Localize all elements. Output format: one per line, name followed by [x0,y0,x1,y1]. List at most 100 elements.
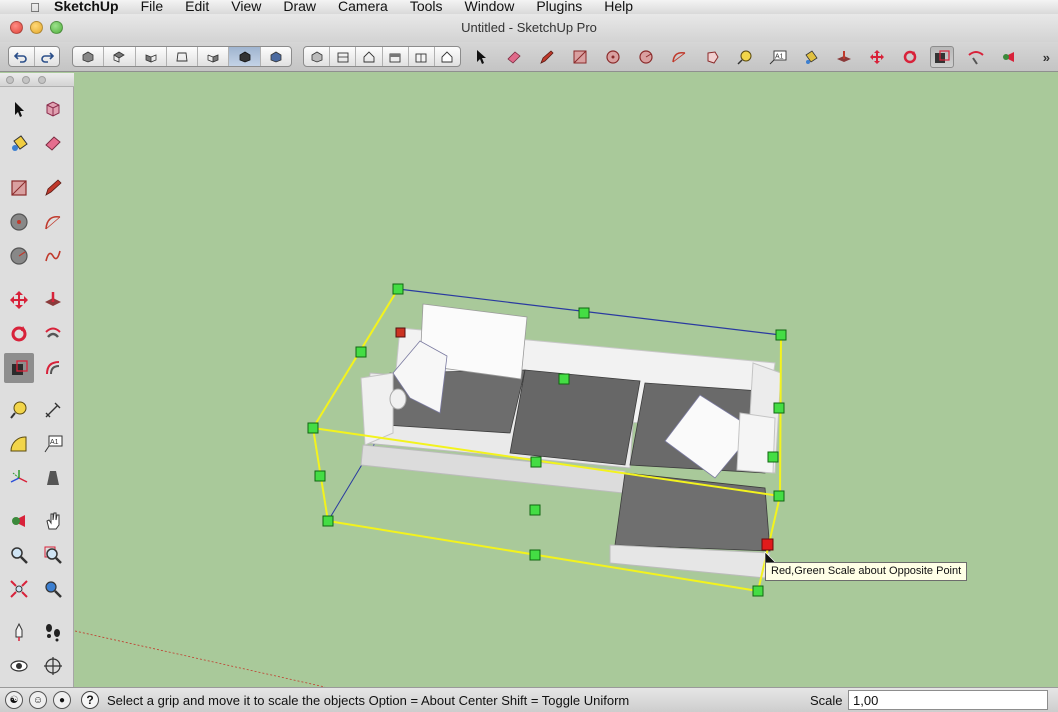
tool-paint-bucket-button[interactable] [4,128,34,158]
palette-minimize-button[interactable] [22,76,30,84]
tool-freehand-button[interactable] [38,241,68,271]
left-view-button[interactable] [229,47,261,66]
tool-position-camera-button[interactable] [4,617,34,647]
toolbar-arc-button[interactable] [667,46,691,68]
credits-icon[interactable]: ☺ [29,691,47,709]
push-pull-icon [45,292,61,306]
tool-zoom-button[interactable] [4,540,34,570]
text-icon: A1 [44,435,63,453]
toolbar-select-button[interactable] [469,46,493,68]
toolbar-freehand-button[interactable] [700,46,724,68]
tool-previous-view-button[interactable] [38,574,68,604]
tool-polygon-button[interactable] [4,241,34,271]
back-view-button[interactable] [198,47,230,66]
menu-view[interactable]: View [220,0,272,13]
tool-arc-button[interactable] [38,207,68,237]
menu-plugins[interactable]: Plugins [525,0,593,13]
tool-push-pull-button[interactable] [38,285,68,315]
tool-zoom-window-button[interactable] [38,540,68,570]
instructor-help-icon[interactable]: ? [81,691,99,709]
shaded-style-button[interactable] [383,47,409,66]
tool-tape-measure-button[interactable] [4,395,34,425]
geo-location-icon[interactable]: ☯ [5,691,23,709]
toolbar-push-pull-button[interactable] [832,46,856,68]
tool-text-button[interactable]: A1 [38,429,68,459]
tool-offset-button[interactable] [38,353,68,383]
iso-view-button[interactable] [73,47,105,66]
menu-camera[interactable]: Camera [327,0,399,13]
apple-menu-icon[interactable]:  [24,0,46,14]
user-icon[interactable]: ● [53,691,71,709]
right-view-button[interactable] [167,47,199,66]
tool-move-button[interactable] [4,285,34,315]
toolbar-orbit-button[interactable] [997,46,1021,68]
tool-axes-button[interactable] [4,463,34,493]
wireframe-style-button[interactable] [330,47,357,66]
tool-look-around-button[interactable] [4,651,34,681]
measurements-input[interactable] [848,690,1048,710]
protractor-icon [10,436,27,452]
freehand-icon [45,250,61,262]
grip-handle [767,451,779,463]
tool-zoom-extents-button[interactable] [4,574,34,604]
palette-zoom-button[interactable] [38,76,46,84]
polygon-icon [10,247,28,265]
eraser-icon [45,136,61,151]
tool-dimension-button[interactable] [38,395,68,425]
top-view-button[interactable] [104,47,136,66]
undo-button[interactable] [9,47,35,66]
toolbar-eraser-button[interactable] [502,46,526,68]
toolbar-tape-measure-button[interactable] [733,46,757,68]
monochrome-style-button[interactable] [435,47,460,66]
toolbar-polygon-button[interactable] [634,46,658,68]
bottom-view-button[interactable] [261,47,291,66]
menu-file[interactable]: File [130,0,175,13]
menu-tools[interactable]: Tools [399,0,454,13]
tool-3d-text-button[interactable] [38,463,68,493]
rotate-icon [11,326,27,342]
model-viewport[interactable] [74,73,1058,688]
toolbar-rotate-button[interactable] [898,46,922,68]
hidden-line-style-button[interactable] [356,47,383,66]
tool-rotate-button[interactable] [4,319,34,349]
toolbar-rectangle-button[interactable] [568,46,592,68]
tool-protractor-button[interactable] [4,429,34,459]
toolbar-move-button[interactable] [865,46,889,68]
toolbar-paint-bucket-button[interactable] [799,46,823,68]
menu-window[interactable]: Window [454,0,526,13]
tool-orbit-button[interactable] [4,506,34,536]
tool-scale-button[interactable] [4,353,34,383]
active-scale-grip[interactable] [761,538,774,551]
toolbar-follow-me-button[interactable] [964,46,988,68]
toolbar-scale-button[interactable] [930,46,954,68]
tool-follow-me-button[interactable] [38,319,68,349]
drawing-canvas[interactable] [74,73,1058,688]
right-view-icon [176,52,188,61]
front-view-button[interactable] [136,47,167,66]
toolbar-text-button[interactable]: A1 [766,46,790,68]
xray-style-button[interactable] [304,47,331,66]
tool-circle-button[interactable] [4,207,34,237]
tool-eraser-button[interactable] [38,128,68,158]
toolbar-pencil-button[interactable] [535,46,559,68]
menu-edit[interactable]: Edit [174,0,220,13]
toolbar-overflow-icon[interactable]: » [1043,50,1050,65]
menu-app-name[interactable]: SketchUp [46,0,130,13]
zoom-icon [11,547,28,564]
grip-handle [322,515,334,527]
redo-button[interactable] [35,47,60,66]
tool-pan-button[interactable] [38,506,68,536]
tool-section-plane-button[interactable] [38,651,68,681]
tool-rectangle-button[interactable] [4,173,34,203]
tool-pencil-button[interactable] [38,173,68,203]
status-bar: ☯ ☺ ● ? Select a grip and move it to sca… [0,687,1058,712]
grip-handle [529,549,541,561]
menu-draw[interactable]: Draw [272,0,327,13]
toolbar-circle-button[interactable] [601,46,625,68]
tool-make-component-button[interactable] [38,94,68,124]
tool-select-button[interactable] [4,94,34,124]
tool-walk-button[interactable] [38,617,68,647]
shaded-textures-style-button[interactable] [409,47,435,66]
menu-help[interactable]: Help [593,0,644,13]
palette-close-button[interactable] [6,76,14,84]
